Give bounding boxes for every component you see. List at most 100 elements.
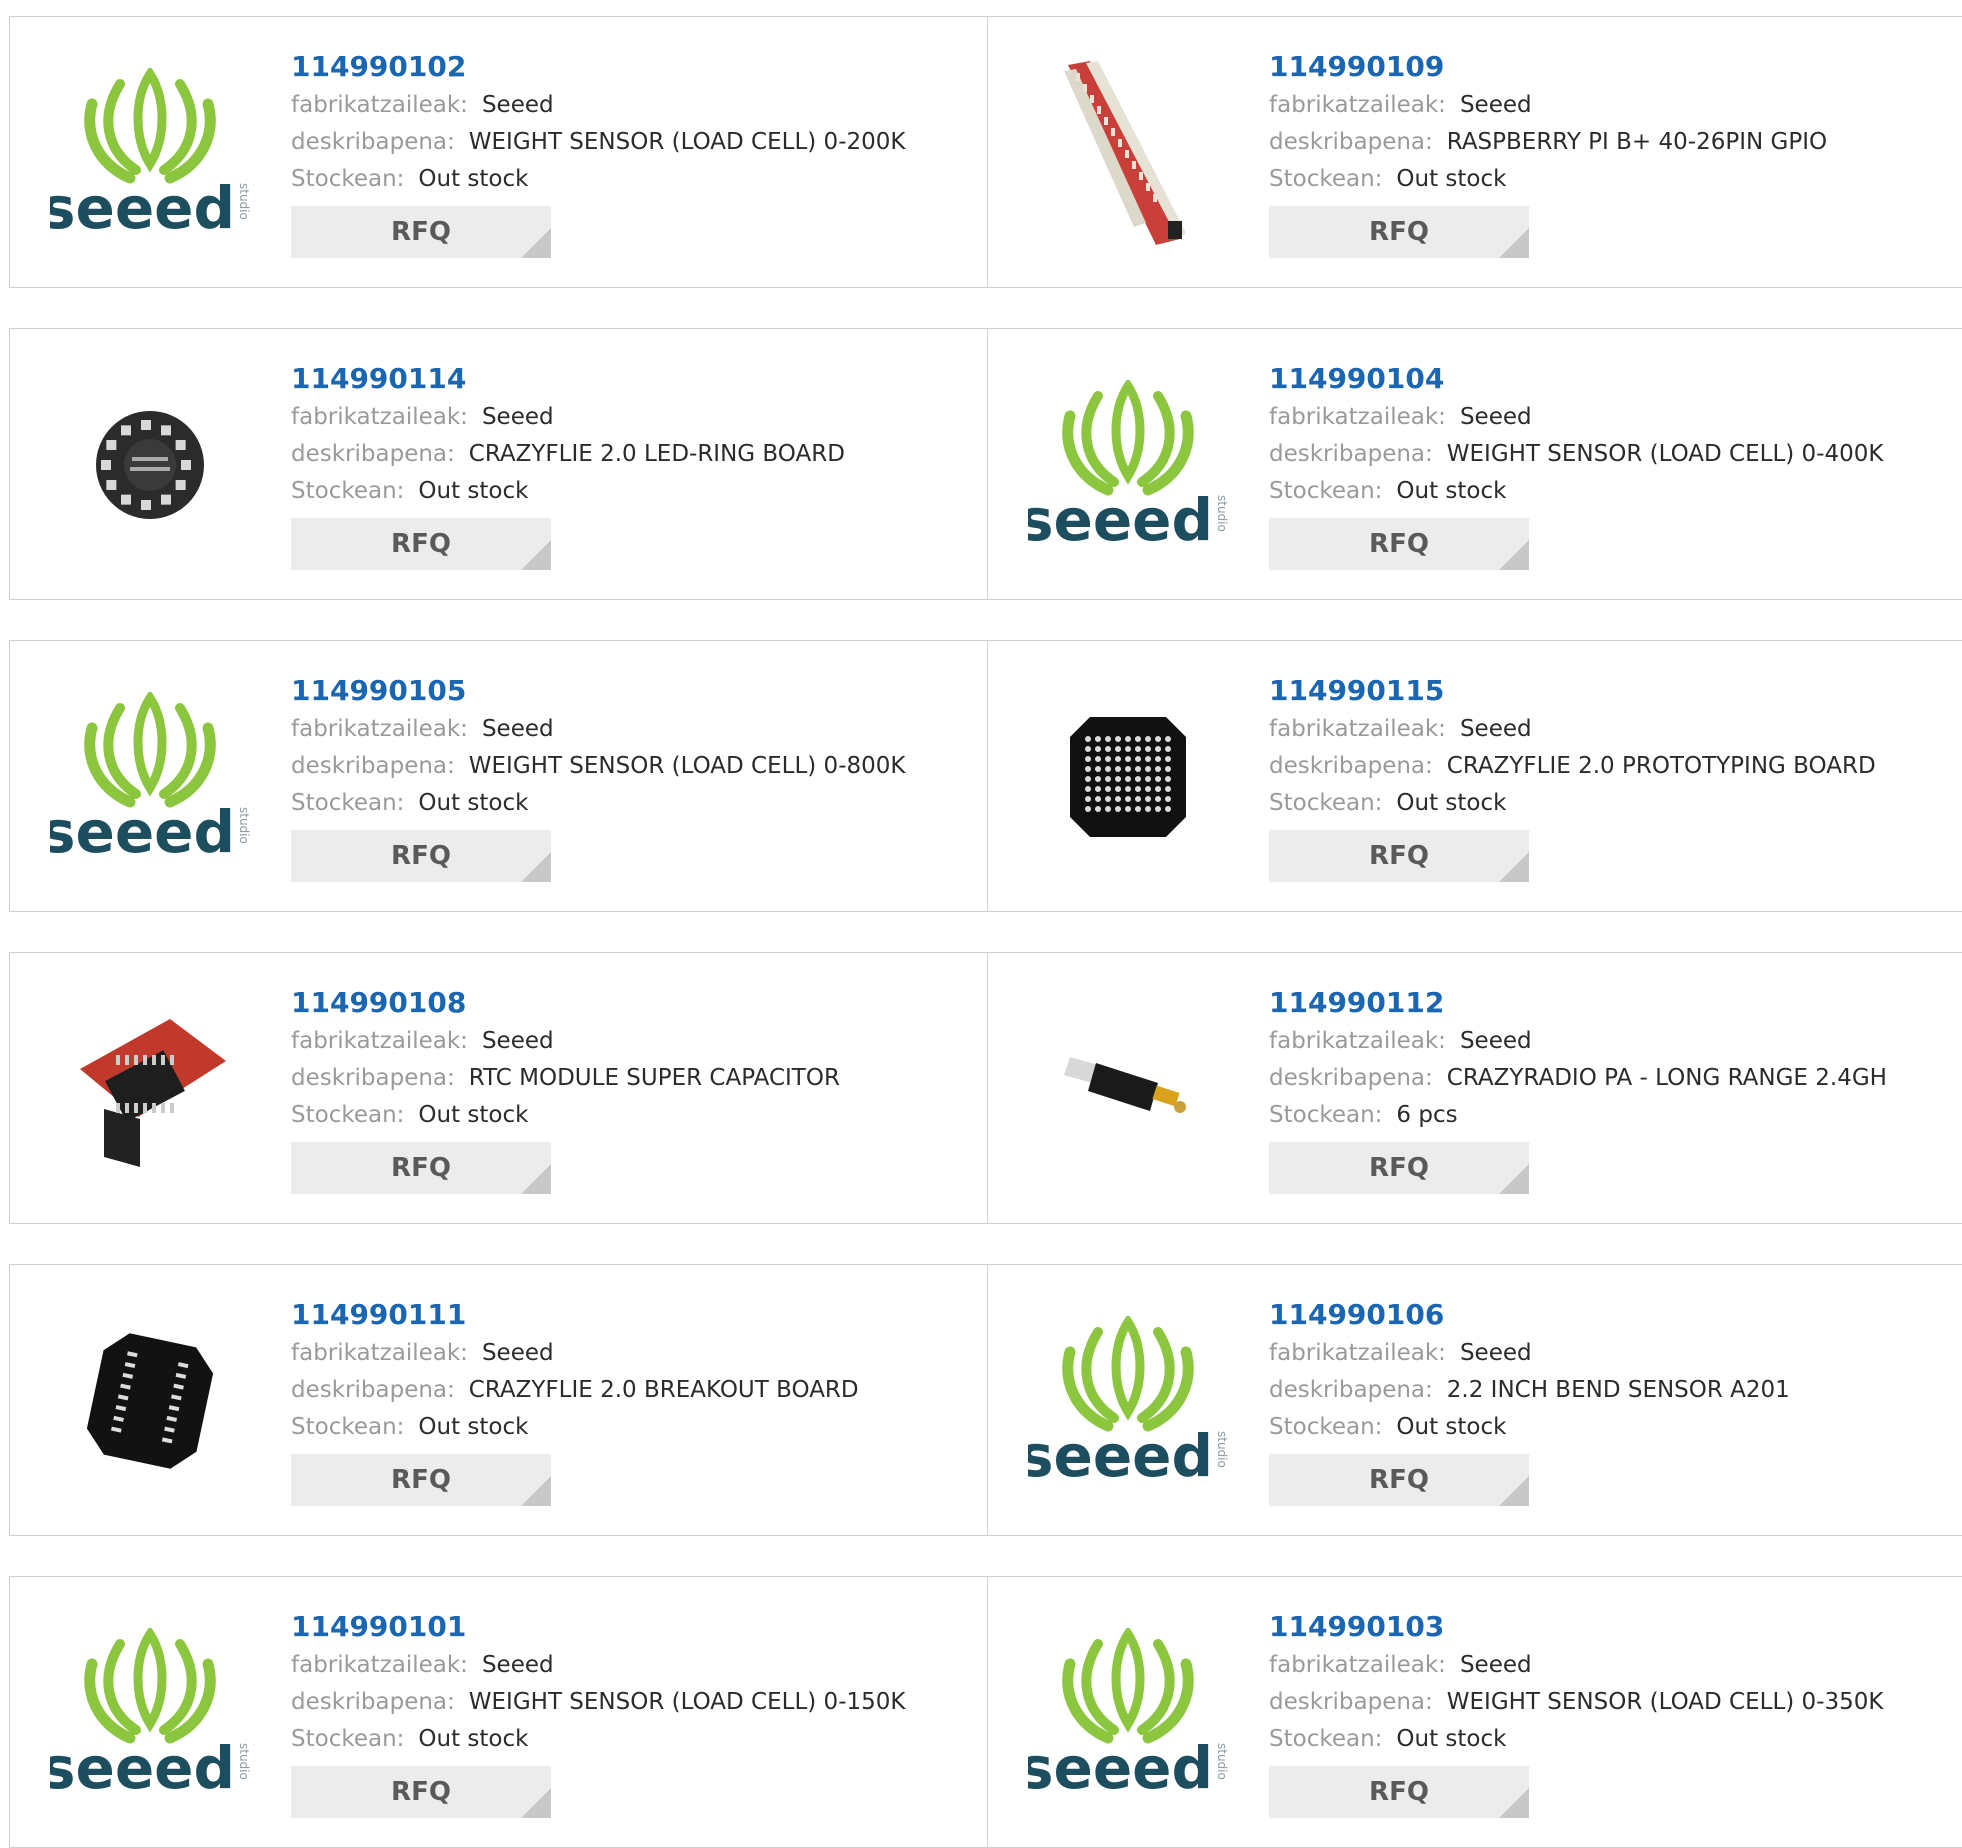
rfq-button[interactable]: RFQ [291,830,551,882]
manufacturer-row: fabrikatzaileak: Seeed [291,711,905,748]
breakout-board-icon [86,1333,214,1469]
stock-row: Stockean: Out stock [291,785,905,822]
stock-value: Out stock [1396,1414,1507,1440]
manufacturer-label: fabrikatzaileak: [291,1028,468,1054]
manufacturer-value: Seeed [481,716,554,742]
description-row: deskribapena: RASPBERRY PI B+ 40-26PIN GP… [1269,124,1827,161]
manufacturer-value: Seeed [1459,1652,1532,1678]
stock-label: Stockean: [1269,478,1383,504]
manufacturer-row: fabrikatzaileak: Seeed [1269,1023,1887,1060]
manufacturer-value: Seeed [481,404,554,430]
part-number-link[interactable]: 114990103 [1269,1607,1883,1647]
manufacturer-value: Seeed [481,1652,554,1678]
product-card: seeed studio 114990106 fabrikatzaileak: Se… [988,1265,1962,1535]
manufacturer-value: Seeed [1459,404,1532,430]
logo-subtext: studio [1215,495,1228,532]
description-row: deskribapena: CRAZYFLIE 2.0 PROTOTYPING B… [1269,748,1876,785]
description-row: deskribapena: CRAZYFLIE 2.0 LED-RING BOAR… [291,436,845,473]
part-number-link[interactable]: 114990111 [291,1295,859,1335]
description-label: deskribapena: [1269,1065,1433,1091]
rfq-button[interactable]: RFQ [1269,518,1529,570]
rfq-button[interactable]: RFQ [291,206,551,258]
part-number-link[interactable]: 114990115 [1269,671,1876,711]
part-number-link[interactable]: 114990104 [1269,359,1883,399]
product-info: 114990109 fabrikatzaileak: Seeed deskriba… [1269,47,1827,258]
product-card: seeed studio 114990105 fabrikatzaileak: Se… [10,641,988,911]
product-row: 114990114 fabrikatzaileak: Seeed deskriba… [9,328,1962,600]
rfq-button[interactable]: RFQ [1269,1766,1529,1818]
stock-value: Out stock [418,166,529,192]
description-label: deskribapena: [291,129,455,155]
manufacturer-label: fabrikatzaileak: [1269,1340,1446,1366]
product-thumbnail[interactable]: seeed studio [1028,1613,1228,1813]
product-info: 114990115 fabrikatzaileak: Seeed deskriba… [1269,671,1876,882]
description-value: RASPBERRY PI B+ 40-26PIN GPIO [1446,129,1828,155]
product-row: 114990108 fabrikatzaileak: Seeed deskriba… [9,952,1962,1224]
description-value: CRAZYFLIE 2.0 BREAKOUT BOARD [468,1377,859,1403]
manufacturer-value: Seeed [481,92,554,118]
rfq-button[interactable]: RFQ [1269,206,1529,258]
logo-wordmark: seeed [50,798,235,862]
product-info: 114990108 fabrikatzaileak: Seeed deskriba… [291,983,840,1194]
product-thumbnail[interactable] [50,989,250,1189]
product-thumbnail[interactable]: seeed studio [1028,1301,1228,1501]
stock-value: 6 pcs [1396,1102,1458,1128]
description-value: WEIGHT SENSOR (LOAD CELL) 0-150K [468,1689,906,1715]
description-row: deskribapena: CRAZYFLIE 2.0 BREAKOUT BOAR… [291,1372,859,1409]
manufacturer-value: Seeed [1459,1340,1532,1366]
product-info: 114990102 fabrikatzaileak: Seeed deskriba… [291,47,905,258]
rfq-button[interactable]: RFQ [1269,1142,1529,1194]
stock-label: Stockean: [1269,1726,1383,1752]
manufacturer-row: fabrikatzaileak: Seeed [1269,399,1883,436]
rfq-button[interactable]: RFQ [291,1454,551,1506]
manufacturer-value: Seeed [481,1028,554,1054]
description-label: deskribapena: [291,1377,455,1403]
product-info: 114990114 fabrikatzaileak: Seeed deskriba… [291,359,845,570]
seeed-logo-icon: seeed studio [50,68,250,238]
product-thumbnail[interactable]: seeed studio [50,1613,250,1813]
product-row: 114990111 fabrikatzaileak: Seeed deskriba… [9,1264,1962,1536]
description-row: deskribapena: CRAZYRADIO PA - LONG RANGE … [1269,1060,1887,1097]
logo-subtext: studio [237,183,250,220]
product-thumbnail[interactable] [1028,677,1228,877]
rfq-button[interactable]: RFQ [291,1142,551,1194]
product-row: seeed studio 114990102 fabrikatzaileak: Se… [9,16,1962,288]
part-number-link[interactable]: 114990106 [1269,1295,1790,1335]
stock-value: Out stock [418,478,529,504]
part-number-link[interactable]: 114990101 [291,1607,905,1647]
product-card: 114990114 fabrikatzaileak: Seeed deskriba… [10,329,988,599]
manufacturer-label: fabrikatzaileak: [1269,1028,1446,1054]
manufacturer-label: fabrikatzaileak: [1269,1652,1446,1678]
product-thumbnail[interactable]: seeed studio [50,53,250,253]
product-thumbnail[interactable]: seeed studio [50,677,250,877]
description-value: WEIGHT SENSOR (LOAD CELL) 0-350K [1446,1689,1884,1715]
rfq-button[interactable]: RFQ [1269,830,1529,882]
part-number-link[interactable]: 114990102 [291,47,905,87]
rfq-button[interactable]: RFQ [291,518,551,570]
product-thumbnail[interactable] [1028,53,1228,253]
product-thumbnail[interactable] [50,365,250,565]
part-number-link[interactable]: 114990109 [1269,47,1827,87]
part-number-link[interactable]: 114990112 [1269,983,1887,1023]
stock-label: Stockean: [291,790,405,816]
part-number-link[interactable]: 114990108 [291,983,840,1023]
product-card: 114990115 fabrikatzaileak: Seeed deskriba… [988,641,1962,911]
stock-label: Stockean: [291,1414,405,1440]
product-thumbnail[interactable] [50,1301,250,1501]
product-info: 114990103 fabrikatzaileak: Seeed deskriba… [1269,1607,1883,1818]
product-card: seeed studio 114990103 fabrikatzaileak: Se… [988,1577,1962,1847]
description-row: deskribapena: WEIGHT SENSOR (LOAD CELL) 0… [1269,436,1883,473]
part-number-link[interactable]: 114990105 [291,671,905,711]
product-card: 114990108 fabrikatzaileak: Seeed deskriba… [10,953,988,1223]
manufacturer-label: fabrikatzaileak: [291,1340,468,1366]
product-thumbnail[interactable]: seeed studio [1028,365,1228,565]
manufacturer-row: fabrikatzaileak: Seeed [1269,87,1827,124]
manufacturer-row: fabrikatzaileak: Seeed [291,1335,859,1372]
logo-wordmark: seeed [50,1734,235,1798]
rfq-button[interactable]: RFQ [291,1766,551,1818]
rfq-button[interactable]: RFQ [1269,1454,1529,1506]
stock-label: Stockean: [291,166,405,192]
stock-label: Stockean: [291,1102,405,1128]
product-thumbnail[interactable] [1028,989,1228,1189]
part-number-link[interactable]: 114990114 [291,359,845,399]
